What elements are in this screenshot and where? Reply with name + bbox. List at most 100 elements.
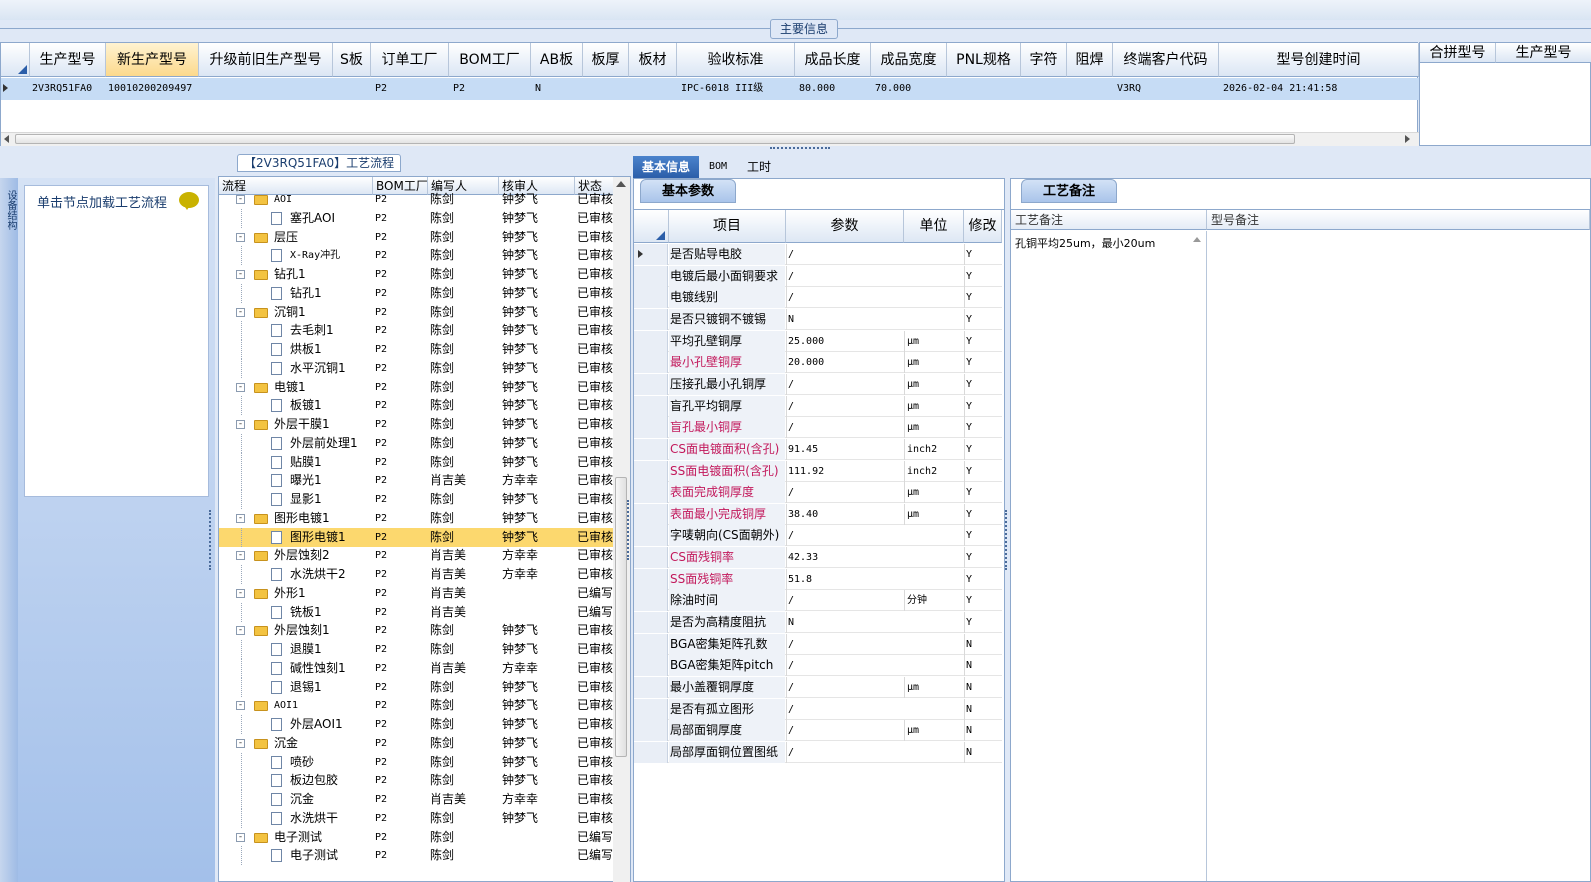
- tab-work-hours[interactable]: 工时: [741, 156, 777, 178]
- tree-row[interactable]: 去毛刺1 P2 陈剑 钟梦飞 已审核: [219, 321, 615, 341]
- param-row[interactable]: 表面完成铜厚度 / μm Y: [634, 482, 1002, 504]
- tree-row[interactable]: 水洗烘干2 P2 肖吉美 方幸幸 已审核: [219, 565, 615, 584]
- param-row[interactable]: 平均孔壁铜厚 25.000 μm Y: [634, 330, 1002, 352]
- tree-row[interactable]: - 沉铜1 P2 陈剑 钟梦飞 已审核: [219, 303, 615, 322]
- main-col-header[interactable]: 成品宽度: [871, 43, 947, 77]
- tree-expand-toggle-icon[interactable]: -: [236, 382, 245, 392]
- param-value[interactable]: 42.33: [786, 547, 904, 569]
- param-row[interactable]: 是否贴导电胶 / Y: [634, 244, 1002, 265]
- tree-row[interactable]: 贴膜1 P2 陈剑 钟梦飞 已审核: [219, 452, 615, 472]
- main-col-header[interactable]: 验收标准: [677, 43, 795, 77]
- tree-expand-toggle-icon[interactable]: -: [236, 513, 245, 523]
- main-col-header[interactable]: BOM工厂: [449, 43, 531, 77]
- tree-row[interactable]: - 电镀1 P2 陈剑 钟梦飞 已审核: [219, 378, 615, 397]
- tab-basic-info[interactable]: 基本信息: [633, 156, 699, 178]
- tree-expand-toggle-icon[interactable]: -: [236, 420, 245, 429]
- scroll-up-arrow-icon[interactable]: [616, 181, 626, 187]
- param-value[interactable]: /: [786, 633, 904, 655]
- param-row[interactable]: 盲孔平均铜厚 / μm Y: [634, 395, 1002, 417]
- tree-row[interactable]: - 沉金 P2 陈剑 钟梦飞 已审核: [219, 734, 615, 753]
- main-col-header[interactable]: 新生产型号: [106, 43, 199, 77]
- tree-scroll-thumb[interactable]: [615, 477, 627, 757]
- param-row[interactable]: 电镀线别 / Y: [634, 287, 1002, 309]
- main-col-header[interactable]: 板厚: [583, 43, 629, 77]
- main-col-header[interactable]: AB板: [531, 43, 583, 77]
- tree-row[interactable]: 图形电镀1 P2 陈剑 钟梦飞 已审核: [219, 527, 615, 547]
- tree-row[interactable]: 曝光1 P2 肖吉美 方幸幸 已审核: [219, 471, 615, 491]
- tree-row[interactable]: 外层AOI1 P2 陈剑 钟梦飞 已审核: [219, 715, 615, 734]
- main-col-header[interactable]: PNL规格: [947, 43, 1021, 77]
- param-row[interactable]: 最小盖覆铜厚度 / μm N: [634, 677, 1002, 698]
- process-notes-field[interactable]: 孔铜平均25um，最小20um: [1011, 231, 1207, 881]
- tree-expand-toggle-icon[interactable]: -: [236, 232, 245, 242]
- tree-row[interactable]: - 外层蚀刻2 P2 肖吉美 方幸幸 已审核: [219, 546, 615, 565]
- param-value[interactable]: /: [786, 373, 904, 395]
- param-value[interactable]: /: [786, 741, 904, 763]
- tree-expand-toggle-icon[interactable]: -: [236, 626, 245, 636]
- tree-row[interactable]: 外层前处理1 P2 陈剑 钟梦飞 已审核: [219, 433, 615, 453]
- param-row[interactable]: CS面电镀面积(含孔) 91.45 inch2 Y: [634, 438, 1002, 460]
- param-value[interactable]: 20.000: [786, 352, 904, 374]
- param-value[interactable]: 111.92: [786, 460, 904, 482]
- param-value[interactable]: /: [786, 244, 904, 265]
- param-row[interactable]: SS面残铜率 51.8 Y: [634, 568, 1002, 590]
- param-row[interactable]: 局部面铜厚度 / μm N: [634, 720, 1002, 742]
- param-row[interactable]: 是否只镀铜不镀锡 N Y: [634, 308, 1002, 330]
- tree-row[interactable]: - 外层蚀刻1 P2 陈剑 钟梦飞 已审核: [219, 621, 615, 640]
- main-grid-scroll-thumb[interactable]: [15, 134, 1295, 144]
- tab-process-notes[interactable]: 工艺备注: [1021, 179, 1117, 203]
- params-col-header[interactable]: 单位: [904, 210, 964, 243]
- param-value[interactable]: 51.8: [786, 568, 904, 590]
- param-row[interactable]: BGA密集矩阵孔数 / N: [634, 633, 1002, 655]
- tree-row[interactable]: - 外形1 P2 肖吉美 已编写: [219, 584, 615, 603]
- tree-row[interactable]: 退锡1 P2 陈剑 钟梦飞 已审核: [219, 677, 615, 697]
- merge-col-header[interactable]: 合拼型号: [1420, 43, 1496, 63]
- tree-expand-toggle-icon[interactable]: -: [236, 738, 245, 748]
- param-value[interactable]: /: [786, 395, 904, 417]
- param-value[interactable]: /: [786, 698, 904, 720]
- tree-row[interactable]: 沉金 P2 肖吉美 方幸幸 已审核: [219, 790, 615, 809]
- tree-row[interactable]: 显影1 P2 陈剑 钟梦飞 已审核: [219, 490, 615, 509]
- main-col-header[interactable]: 订单工厂: [371, 43, 449, 77]
- main-col-header[interactable]: 升级前旧生产型号: [199, 43, 333, 77]
- param-row[interactable]: 最小孔壁铜厚 20.000 μm Y: [634, 352, 1002, 374]
- param-value[interactable]: 25.000: [786, 330, 904, 352]
- param-value[interactable]: 38.40: [786, 503, 904, 525]
- model-notes-field[interactable]: [1208, 231, 1590, 881]
- param-row[interactable]: 是否有孤立图形 / N: [634, 698, 1002, 720]
- tree-row[interactable]: 铣板1 P2 肖吉美 已编写: [219, 602, 615, 622]
- main-col-header[interactable]: 字符: [1021, 43, 1067, 77]
- tree-row[interactable]: - AOI P2 陈剑 钟梦飞 已审核: [219, 190, 615, 209]
- param-value[interactable]: /: [786, 720, 904, 742]
- params-col-header[interactable]: 项目: [669, 210, 786, 243]
- tab-bom[interactable]: BOM: [703, 156, 733, 178]
- param-value[interactable]: N: [786, 308, 904, 330]
- param-row[interactable]: 压接孔最小孔铜厚 / μm Y: [634, 373, 1002, 395]
- param-value[interactable]: N: [786, 612, 904, 634]
- param-row[interactable]: 表面最小完成铜厚 38.40 μm Y: [634, 503, 1002, 525]
- param-value[interactable]: /: [786, 525, 904, 547]
- tree-row[interactable]: - 图形电镀1 P2 陈剑 钟梦飞 已审核: [219, 509, 615, 528]
- param-value[interactable]: /: [786, 655, 904, 677]
- tree-row[interactable]: 退膜1 P2 陈剑 钟梦飞 已审核: [219, 640, 615, 659]
- params-col-header[interactable]: 参数: [786, 210, 904, 243]
- tree-row[interactable]: 烘板1 P2 陈剑 钟梦飞 已审核: [219, 340, 615, 359]
- param-value[interactable]: /: [786, 482, 904, 504]
- main-col-header[interactable]: 板材: [629, 43, 677, 77]
- param-row[interactable]: 电镀后最小面铜要求 / Y: [634, 265, 1002, 287]
- tree-row[interactable]: 水洗烘干 P2 陈剑 钟梦飞 已审核: [219, 808, 615, 828]
- node-load-box[interactable]: 单击节点加载工艺流程: [24, 185, 209, 497]
- param-row[interactable]: BGA密集矩阵pitch / N: [634, 655, 1002, 677]
- param-row[interactable]: SS面电镀面积(含孔) 111.92 inch2 Y: [634, 460, 1002, 482]
- tree-row[interactable]: 水平沉铜1 P2 陈剑 钟梦飞 已审核: [219, 358, 615, 378]
- left-splitter-grip-icon[interactable]: [209, 510, 213, 570]
- tree-row[interactable]: 板镀1 P2 陈剑 钟梦飞 已审核: [219, 396, 615, 416]
- param-row[interactable]: 盲孔最小铜厚 / μm Y: [634, 417, 1002, 439]
- tree-row[interactable]: X-Ray冲孔 P2 陈剑 钟梦飞 已审核: [219, 246, 615, 266]
- splitter-grip-icon[interactable]: [770, 147, 830, 150]
- tree-row[interactable]: 钻孔1 P2 陈剑 钟梦飞 已审核: [219, 283, 615, 303]
- param-value[interactable]: /: [786, 590, 904, 612]
- main-col-header[interactable]: 成品长度: [795, 43, 871, 77]
- tree-row[interactable]: 电子测试 P2 陈剑 已编写: [219, 846, 615, 866]
- tree-row[interactable]: - 电子测试 P2 陈剑 已编写: [219, 828, 615, 847]
